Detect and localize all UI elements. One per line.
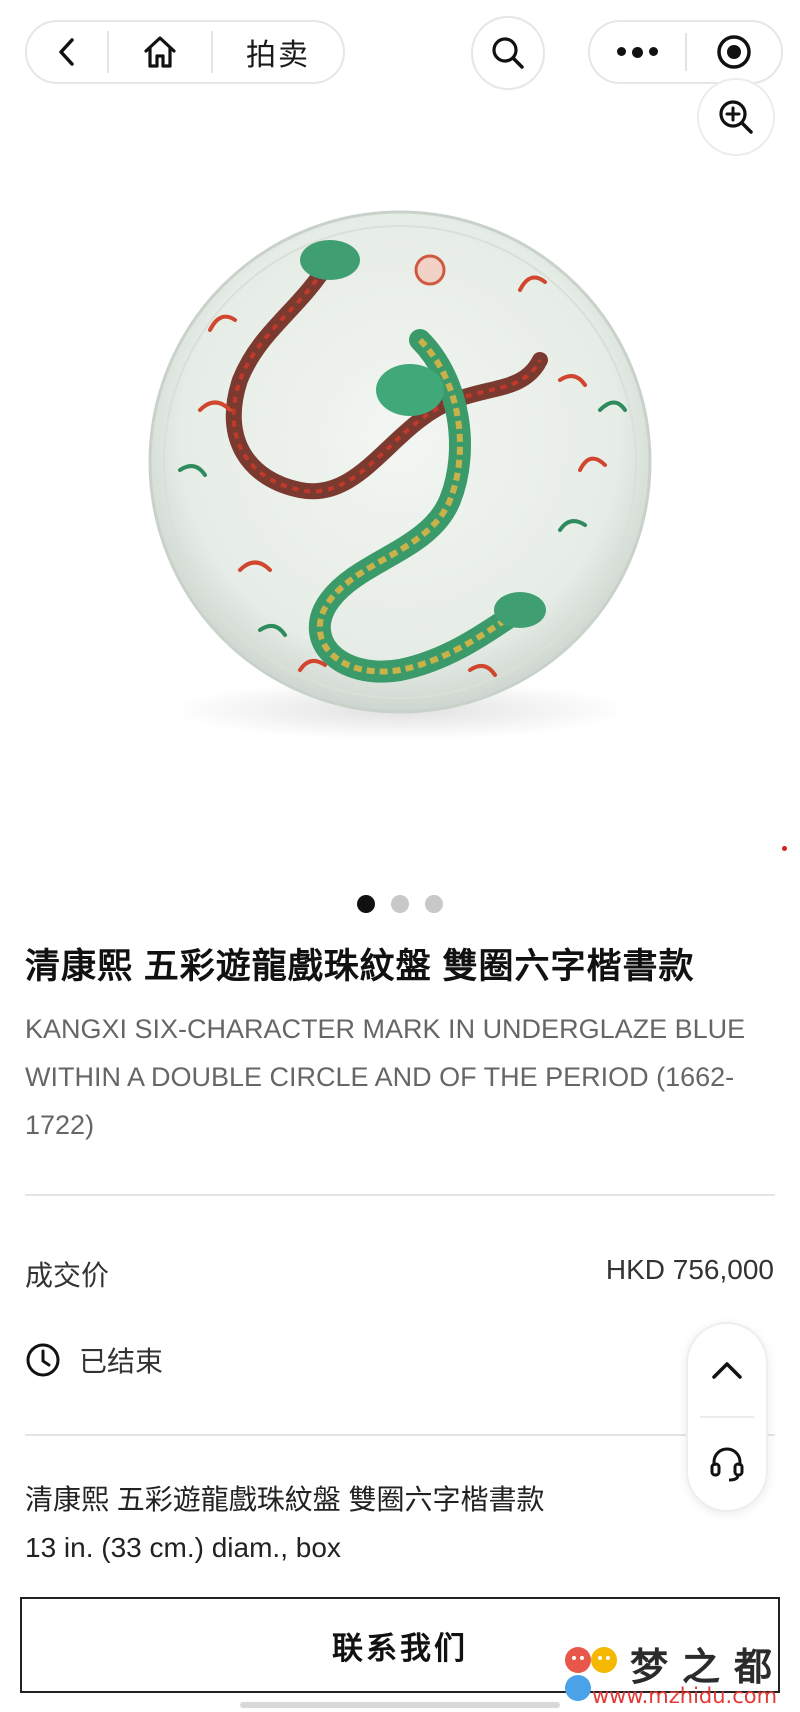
divider bbox=[25, 1434, 775, 1436]
desc-line-2: 13 in. (33 cm.) diam., box bbox=[25, 1532, 341, 1563]
decorative-dot bbox=[782, 846, 787, 851]
status-text: 已结束 bbox=[79, 1346, 164, 1377]
page-title: 拍卖 bbox=[246, 39, 310, 72]
zoom-in-icon bbox=[719, 100, 753, 134]
gallery-indicator bbox=[0, 895, 800, 913]
gallery-dot-2[interactable] bbox=[391, 895, 409, 913]
watermark-name: 梦之都 bbox=[630, 1645, 787, 1689]
lot-description: 清康熙 五彩遊龍戲珠紋盤 雙圈六字楷書款 13 in. (33 cm.) dia… bbox=[25, 1476, 545, 1572]
more-button[interactable] bbox=[590, 22, 685, 82]
price-label: 成交价 bbox=[25, 1260, 110, 1291]
home-indicator[interactable] bbox=[240, 1702, 560, 1708]
price-value: HKD 756,000 bbox=[605, 1254, 774, 1285]
mini-program-capsule bbox=[588, 20, 783, 84]
search-icon bbox=[492, 37, 524, 69]
back-button[interactable] bbox=[27, 22, 107, 82]
watermark-url: www.mzhidu.com bbox=[592, 1684, 778, 1708]
gallery-dot-3[interactable] bbox=[425, 895, 443, 913]
divider bbox=[25, 1194, 775, 1196]
watermark: 梦之都 www.mzhidu.com bbox=[562, 1636, 800, 1712]
gallery-dot-1[interactable] bbox=[357, 895, 375, 913]
dragon-plate-image bbox=[148, 210, 652, 740]
customer-service-button[interactable] bbox=[688, 1418, 766, 1510]
headset-icon bbox=[710, 1447, 744, 1482]
chevron-up-icon bbox=[712, 1362, 742, 1379]
desc-line-1: 清康熙 五彩遊龍戲珠紋盤 雙圈六字楷書款 bbox=[25, 1484, 545, 1515]
scroll-top-button[interactable] bbox=[688, 1324, 766, 1416]
chevron-left-icon bbox=[59, 38, 74, 66]
zoom-button[interactable] bbox=[697, 78, 775, 156]
product-image[interactable] bbox=[0, 150, 800, 850]
more-icon bbox=[616, 46, 658, 58]
lot-subtitle: KANGXI SIX-CHARACTER MARK IN UNDERGLAZE … bbox=[25, 1014, 746, 1140]
search-button[interactable] bbox=[471, 16, 545, 90]
close-program-button[interactable] bbox=[687, 22, 782, 82]
auction-status: 已结束 bbox=[25, 1340, 163, 1380]
floating-panel bbox=[686, 1322, 768, 1512]
home-icon bbox=[144, 36, 176, 68]
home-button[interactable] bbox=[109, 22, 211, 82]
nav-pill: 拍卖 bbox=[25, 20, 345, 84]
clock-icon bbox=[26, 1343, 60, 1377]
lot-title: 清康熙 五彩遊龍戲珠紋盤 雙圈六字楷書款 bbox=[25, 947, 695, 986]
target-icon bbox=[717, 35, 751, 69]
